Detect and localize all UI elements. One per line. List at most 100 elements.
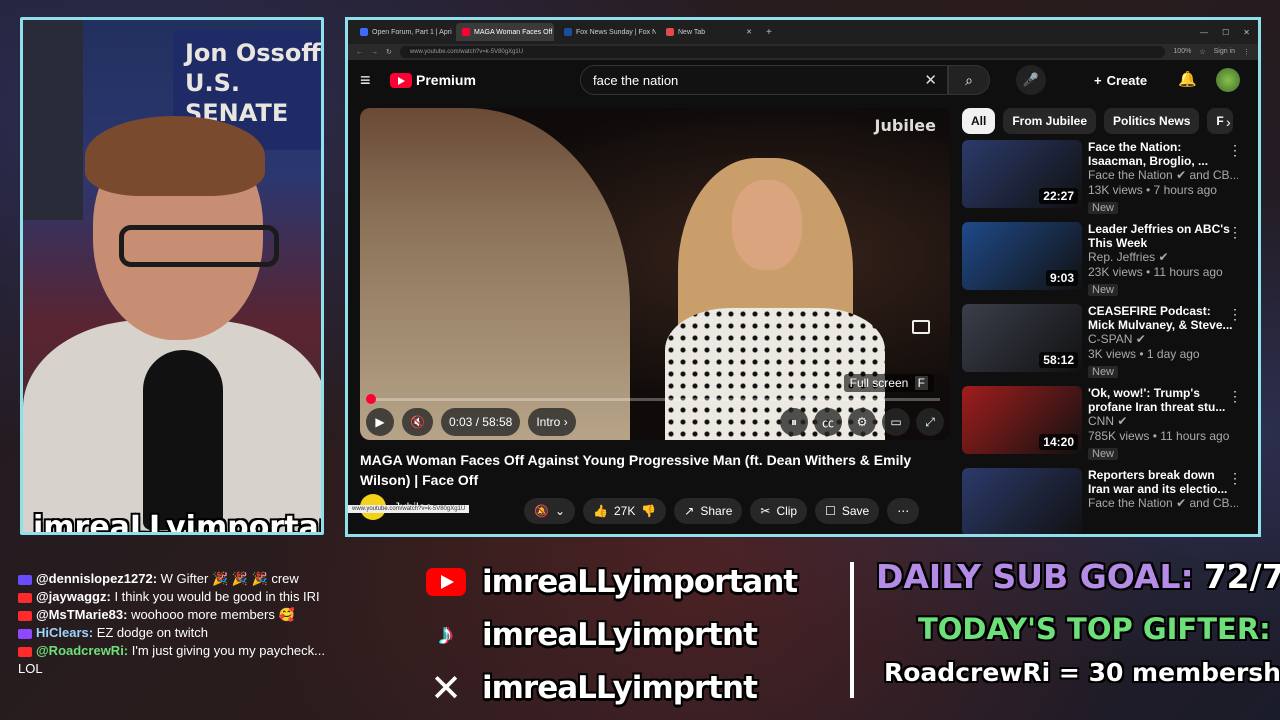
browser-tab[interactable]: Fox News Sunday | Fox News✕ xyxy=(558,23,656,41)
settings-button[interactable]: ⚙ xyxy=(848,408,876,436)
share-icon: ↗ xyxy=(684,504,695,518)
thumbs-down-icon[interactable]: 👎 xyxy=(641,504,656,518)
fullscreen-button[interactable]: ⤢ xyxy=(916,408,944,436)
video-channel[interactable]: Face the Nation ✔ and CB... xyxy=(1088,168,1238,183)
status-bar-url: www.youtube.com/watch?v=k-5V80gXg1U xyxy=(348,505,470,513)
clear-search-icon[interactable]: ✕ xyxy=(924,71,937,89)
channel-suffix: and CB... xyxy=(1186,168,1238,182)
new-badge: New xyxy=(1088,202,1119,214)
recommended-video[interactable]: 9:03 Leader Jeffries on ABC's This Week Re… xyxy=(962,222,1252,298)
time-display: 0:03 / 58:58 xyxy=(440,408,521,436)
more-options-icon[interactable]: ⋮ xyxy=(1228,388,1242,405)
channel-name: Rep. Jeffries xyxy=(1088,250,1156,264)
account-avatar[interactable] xyxy=(1216,68,1240,92)
clip-button[interactable]: ✂ Clip xyxy=(750,498,808,524)
youtube-icon xyxy=(426,562,466,602)
campaign-sign-text: Jon Ossoff U.S. SENATE xyxy=(185,39,321,127)
play-button[interactable]: ▶ xyxy=(366,408,394,436)
zoom-level[interactable]: 100% xyxy=(1173,48,1191,56)
recommended-video[interactable]: 22:27 Face the Nation: Isaacman, Broglio,… xyxy=(962,140,1252,216)
miniplayer-icon[interactable] xyxy=(912,320,930,334)
video-meta: 785K views • 11 hours ago xyxy=(1088,429,1230,443)
chip-politics-news[interactable]: Politics News xyxy=(1104,108,1200,134)
plus-icon: + xyxy=(1094,72,1102,88)
search-button[interactable]: ⌕ xyxy=(948,65,990,95)
notifications-bell-icon[interactable]: 🔔 xyxy=(1178,70,1197,88)
video-thumbnail[interactable]: 58:12 xyxy=(962,304,1082,372)
video-title[interactable]: Reporters break down Iran war and its el… xyxy=(1088,468,1238,496)
chip-all[interactable]: All xyxy=(962,108,996,134)
reload-icon[interactable]: ↻ xyxy=(386,48,392,56)
social-handle: imreaLLyimprtnt xyxy=(482,617,758,653)
hamburger-menu-icon[interactable]: ≡ xyxy=(360,70,390,91)
mute-button[interactable]: 🔇 xyxy=(402,408,433,436)
more-options-icon[interactable]: ⋮ xyxy=(1228,142,1242,159)
video-thumbnail[interactable] xyxy=(962,468,1082,534)
video-thumbnail[interactable]: 14:20 xyxy=(962,386,1082,454)
progress-scrubber[interactable] xyxy=(365,394,376,404)
more-options-icon[interactable]: ⋮ xyxy=(1228,470,1242,487)
video-player[interactable]: Jubilee Full screen F ▶ 🔇 0:03 / 58:58 I… xyxy=(360,108,950,440)
chat-text: EZ dodge on twitch xyxy=(96,625,208,640)
chapter-button[interactable]: Intro › xyxy=(528,408,576,436)
chevron-right-icon[interactable]: › xyxy=(1226,114,1231,130)
voice-search-button[interactable]: 🎤 xyxy=(1016,65,1046,95)
recommended-video[interactable]: 58:12 CEASEFIRE Podcast: Mick Mulvaney, &… xyxy=(962,304,1252,380)
video-title[interactable]: CEASEFIRE Podcast: Mick Mulvaney, & Stev… xyxy=(1088,304,1238,332)
video-actions: 🔕 ⌄ 👍 27K 👎 ↗ Share ✂ Clip ☐ Save ⋯ xyxy=(524,498,920,524)
video-channel[interactable]: C-SPAN ✔ xyxy=(1088,332,1238,347)
maximize-icon[interactable]: ☐ xyxy=(1222,28,1229,37)
theater-button[interactable]: ▭ xyxy=(882,408,910,436)
fullscreen-tooltip-label: Full screen xyxy=(849,376,909,390)
more-options-icon[interactable]: ⋮ xyxy=(1228,306,1242,323)
youtube-logo[interactable]: Premium xyxy=(390,72,476,88)
video-channel[interactable]: CNN ✔ xyxy=(1088,414,1238,429)
menu-icon[interactable]: ⋮ xyxy=(1243,48,1250,56)
progress-bar[interactable] xyxy=(365,394,940,404)
video-title[interactable]: Face the Nation: Isaacman, Broglio, ... xyxy=(1088,140,1238,168)
create-button[interactable]: + Create xyxy=(1094,67,1147,93)
like-button[interactable]: 👍 27K 👎 xyxy=(583,498,667,524)
notification-toggle[interactable]: 🔕 ⌄ xyxy=(524,498,576,524)
autoplay-toggle[interactable]: ⏸ xyxy=(779,408,808,436)
favicon-icon xyxy=(462,28,470,36)
chat-message: @MsTMarie83: woohooo more members 🥰 xyxy=(18,606,338,624)
new-tab-button[interactable]: + xyxy=(762,27,776,38)
video-thumbnail[interactable]: 22:27 xyxy=(962,140,1082,208)
save-button[interactable]: ☐ Save xyxy=(815,498,880,524)
close-tab-icon[interactable]: ✕ xyxy=(746,28,752,36)
tab-title: New Tab xyxy=(678,28,706,36)
favicon-icon xyxy=(360,28,368,36)
browser-tab[interactable]: MAGA Woman Faces Off A✕ xyxy=(456,23,554,41)
chevron-down-icon: ⌄ xyxy=(554,504,566,518)
more-options-icon[interactable]: ⋮ xyxy=(1228,224,1242,241)
minimize-icon[interactable]: — xyxy=(1200,28,1208,37)
chat-username: @jaywaggz: xyxy=(36,589,111,604)
chip-from-jubilee[interactable]: From Jubilee xyxy=(1003,108,1097,134)
chevron-right-icon: › xyxy=(563,415,568,429)
share-button[interactable]: ↗ Share xyxy=(674,498,743,524)
video-channel[interactable]: Rep. Jeffries ✔ xyxy=(1088,250,1238,265)
more-actions-button[interactable]: ⋯ xyxy=(887,498,920,524)
back-icon[interactable]: ← xyxy=(356,49,363,56)
chat-message: HiClears: EZ dodge on twitch xyxy=(18,624,338,642)
video-thumbnail[interactable]: 9:03 xyxy=(962,222,1082,290)
recommended-video[interactable]: 14:20 'Ok, wow!': Trump's profane Iran th… xyxy=(962,386,1252,462)
search-input[interactable]: face the nation ✕ xyxy=(580,65,948,95)
video-meta: 23K views • 11 hours ago xyxy=(1088,265,1223,279)
browser-tab[interactable]: Open Forum, Part 1 | April 5, 20✕ xyxy=(354,23,452,41)
recommended-video[interactable]: Reporters break down Iran war and its el… xyxy=(962,468,1252,534)
bookmark-icon[interactable]: ☆ xyxy=(1199,48,1205,56)
save-label: Save xyxy=(841,504,870,518)
video-title[interactable]: Leader Jeffries on ABC's This Week xyxy=(1088,222,1238,250)
forward-icon[interactable]: → xyxy=(371,49,378,56)
social-handle: imreaLLyimprtnt xyxy=(482,670,758,706)
close-window-icon[interactable]: ✕ xyxy=(1243,28,1250,37)
address-bar[interactable]: www.youtube.com/watch?v=k-5V80gXg1U xyxy=(399,46,1166,58)
video-info: Face the Nation: Isaacman, Broglio, ... F… xyxy=(1088,140,1238,216)
captions-button[interactable]: ㏄ xyxy=(813,408,842,436)
video-title[interactable]: 'Ok, wow!': Trump's profane Iran threat … xyxy=(1088,386,1238,414)
video-channel[interactable]: Face the Nation ✔ and CB... xyxy=(1088,496,1238,511)
sign-in-button[interactable]: Sign in xyxy=(1214,48,1235,56)
browser-tab[interactable]: New Tab ✕ xyxy=(660,23,758,41)
